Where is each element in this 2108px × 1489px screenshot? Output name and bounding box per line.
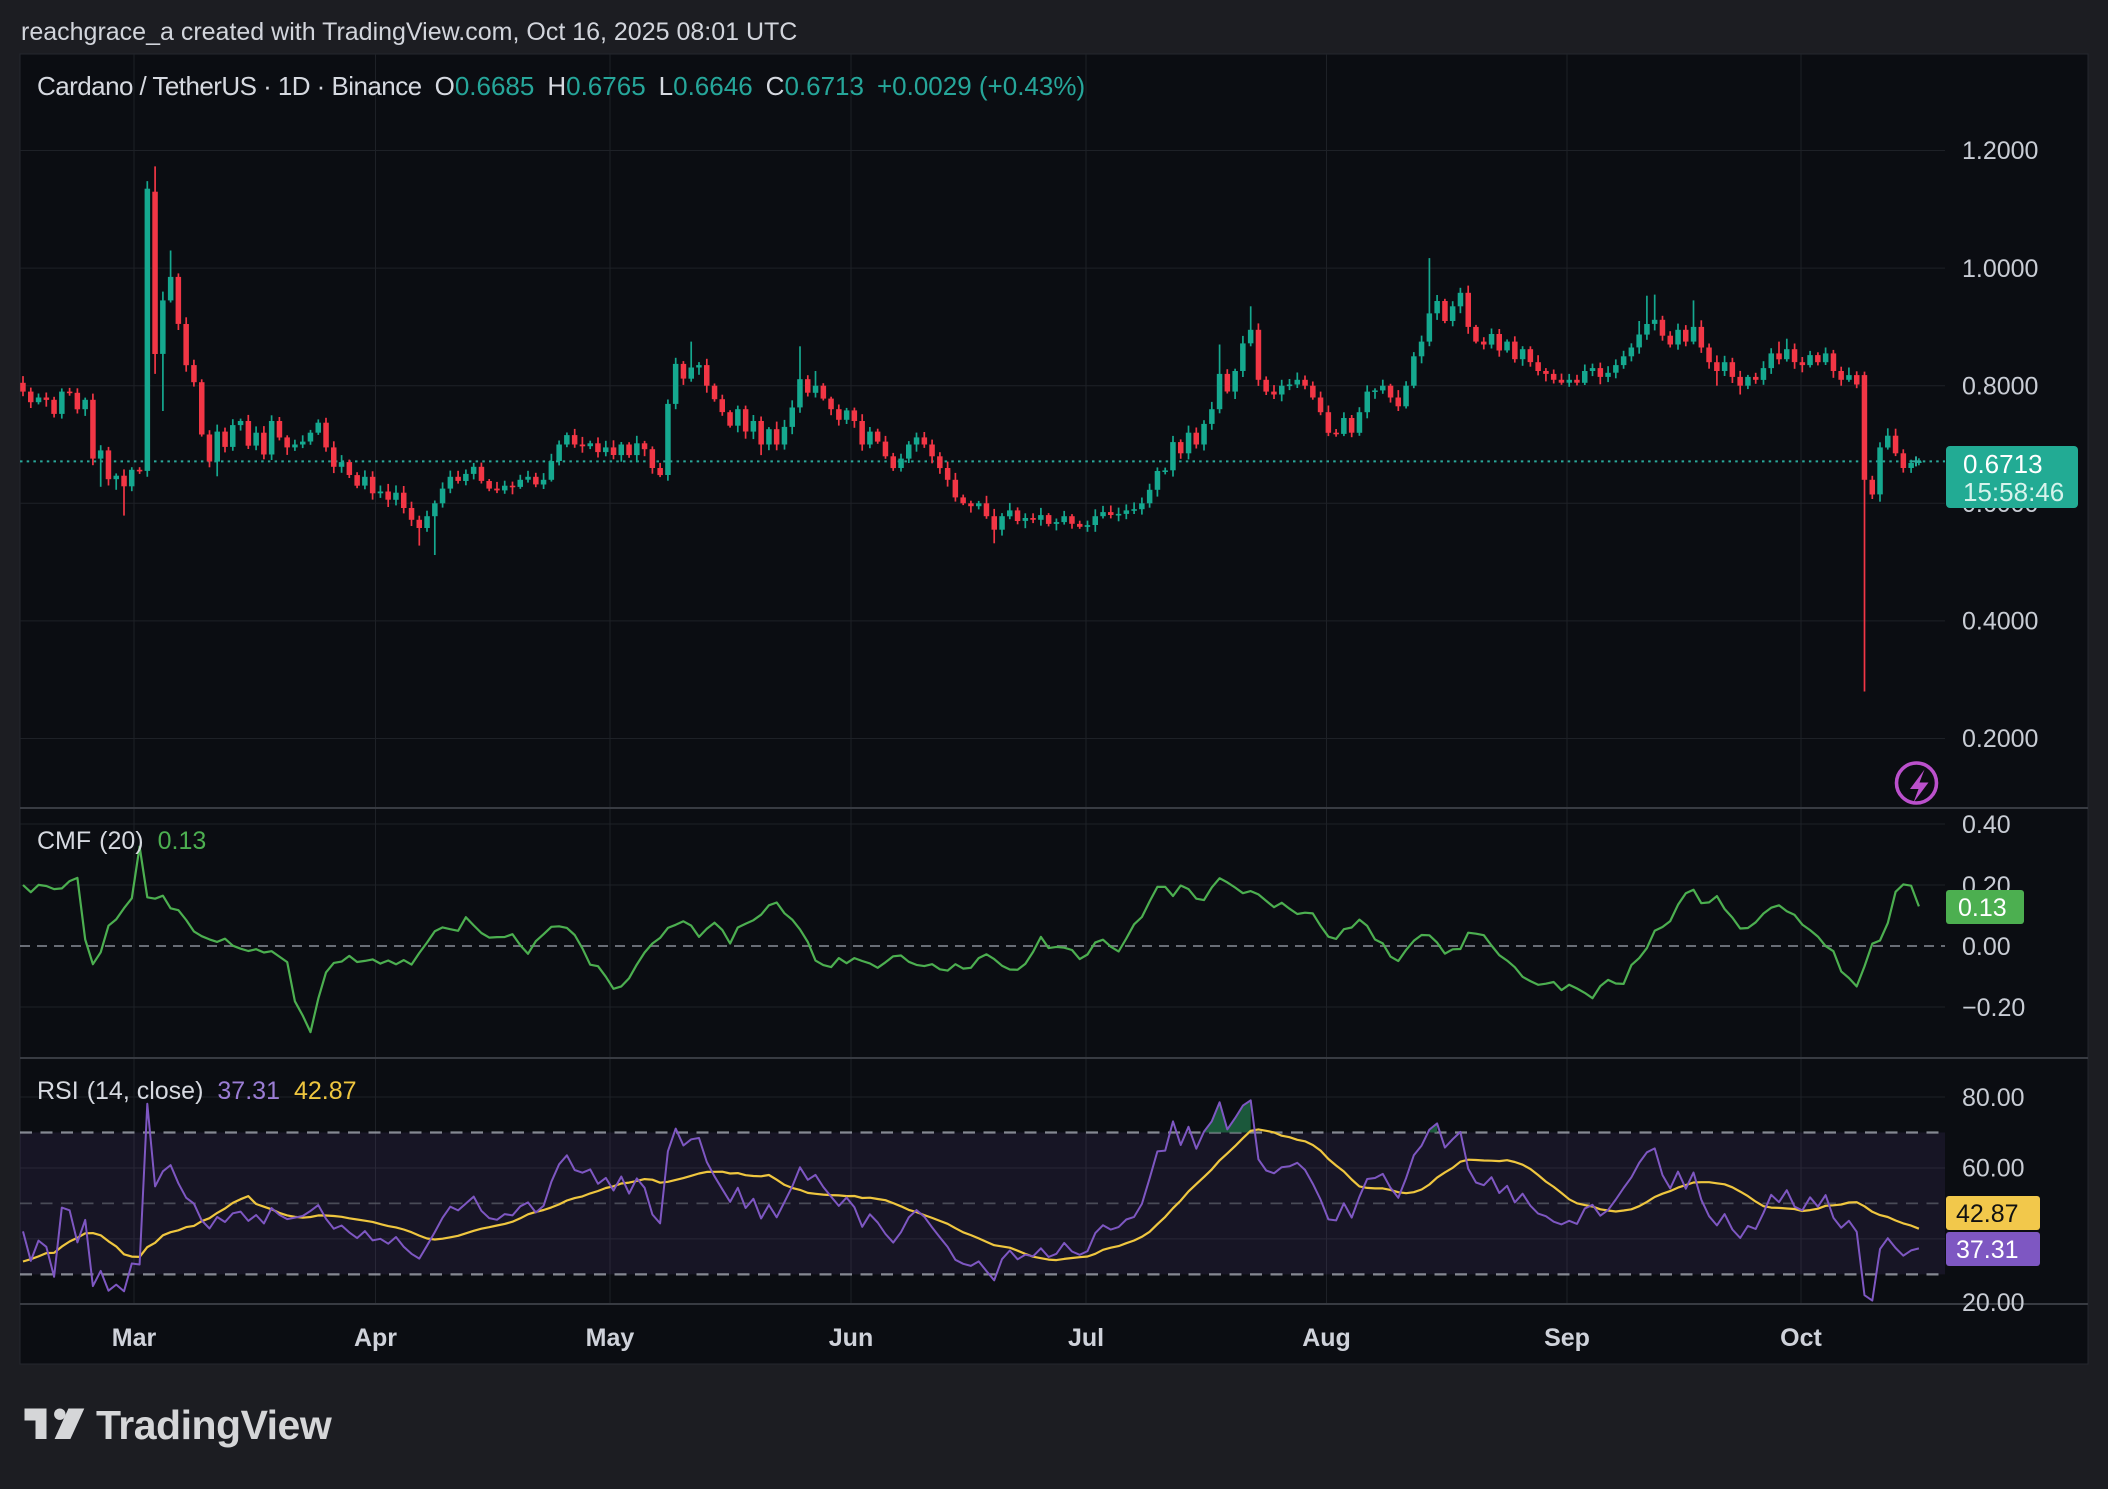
svg-text:42.87: 42.87 [1956,1200,2019,1228]
svg-text:37.31: 37.31 [1956,1236,2019,1264]
svg-text:TradingView: TradingView [96,1402,332,1448]
svg-text:0.13: 0.13 [1958,894,2007,922]
svg-text:15:58:46: 15:58:46 [1963,477,2064,507]
svg-text:1.2000: 1.2000 [1962,137,2038,165]
svg-text:60.00: 60.00 [1962,1155,2025,1183]
svg-text:20.00: 20.00 [1962,1289,2025,1317]
svg-text:Oct: Oct [1780,1324,1822,1352]
svg-text:80.00: 80.00 [1962,1084,2025,1112]
svg-text:0.00: 0.00 [1962,933,2011,961]
svg-text:0.6713: 0.6713 [1963,449,2043,479]
svg-text:0.4000: 0.4000 [1962,608,2038,636]
svg-text:Mar: Mar [112,1324,157,1352]
svg-text:1.0000: 1.0000 [1962,255,2038,283]
svg-text:Apr: Apr [354,1324,397,1352]
svg-text:0.2000: 0.2000 [1962,725,2038,753]
svg-text:Jul: Jul [1068,1324,1104,1352]
svg-text:0.8000: 0.8000 [1962,372,2038,400]
svg-text:reachgrace_a created with Trad: reachgrace_a created with TradingView.co… [21,18,797,46]
svg-text:CMF(20)0.13: CMF(20)0.13 [37,827,206,855]
svg-text:0.40: 0.40 [1962,811,2011,839]
svg-text:Jun: Jun [829,1324,873,1352]
svg-text:Cardano / TetherUS · 1D · Bina: Cardano / TetherUS · 1D · BinanceO0.6685… [37,71,1085,101]
svg-text:−0.20: −0.20 [1962,994,2025,1022]
svg-text:Sep: Sep [1544,1324,1590,1352]
svg-text:May: May [586,1324,635,1352]
svg-text:Aug: Aug [1302,1324,1351,1352]
